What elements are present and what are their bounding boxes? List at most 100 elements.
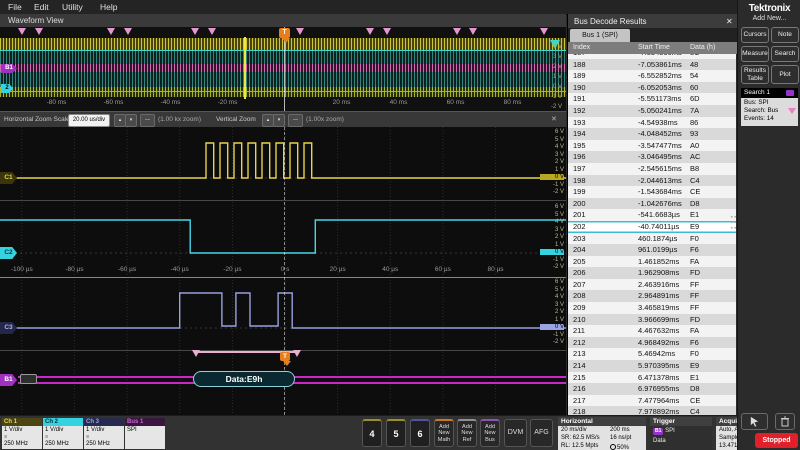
- table-row[interactable]: 2135.46942msF0: [568, 348, 736, 360]
- voltage-label: 1 V: [540, 74, 562, 80]
- trigger-title: Trigger: [650, 417, 712, 426]
- table-cell: 3.966699ms: [638, 314, 690, 326]
- add-new-ref-button[interactable]: Add New Ref: [457, 419, 477, 447]
- trigger-flag-icon[interactable]: T: [279, 28, 290, 38]
- table-row[interactable]: 202-40.74011µsE9: [568, 221, 736, 233]
- results-table-button[interactable]: Results Table: [741, 65, 769, 84]
- table-cell: 204: [573, 244, 638, 256]
- table-cell: D8: [690, 383, 736, 395]
- table-cell: 202: [573, 221, 638, 233]
- voltage-label: 3 V: [540, 302, 564, 308]
- table-row[interactable]: 188-7.053861ms48: [568, 59, 736, 71]
- table-cell: 5.46942ms: [638, 348, 690, 360]
- ground-icon: ≡: [4, 435, 7, 440]
- afg-button[interactable]: AFG: [530, 419, 553, 447]
- table-cell: AC: [690, 151, 736, 163]
- table-cell: CE: [690, 395, 736, 407]
- table-row[interactable]: 2187.978892msC4: [568, 406, 736, 415]
- bus1-tile[interactable]: Bus 1 SPI: [125, 418, 165, 449]
- table-row[interactable]: 2156.471378msE1: [568, 372, 736, 384]
- table-row[interactable]: 201-541.6683µsE1: [568, 209, 736, 221]
- menu-file[interactable]: File: [8, 2, 22, 12]
- table-row[interactable]: 193-4.54938ms86: [568, 117, 736, 129]
- search-button[interactable]: Search: [771, 46, 799, 62]
- table-row[interactable]: 203460.1874µsF0: [568, 233, 736, 245]
- h-zoom-down-button[interactable]: ▾: [125, 114, 137, 127]
- table-row[interactable]: 2114.467632msFA: [568, 325, 736, 337]
- voltage-label: -1 V: [540, 332, 564, 338]
- stopped-button[interactable]: Stopped: [755, 433, 798, 448]
- table-row[interactable]: 2072.463916msFF: [568, 279, 736, 291]
- bus-decode-bubble[interactable]: Data:E9h: [193, 371, 295, 387]
- channel-ch3-tile[interactable]: Ch 3 1 V/div ≡ 250 MHz: [84, 418, 124, 449]
- zoom-close-icon[interactable]: ✕: [551, 115, 557, 123]
- table-row[interactable]: 2166.976955msD8: [568, 383, 736, 395]
- horizontal-panel[interactable]: Horizontal 20 ms/div 200 ms SR: 62.5 MS/…: [558, 417, 646, 450]
- menu-bar: File Edit Utility Help: [0, 0, 800, 15]
- search1-panel[interactable]: Search 1 Bus: SPI Search: Bus Events: 14: [741, 88, 798, 126]
- table-row[interactable]: 195-3.547477msA0: [568, 140, 736, 152]
- waveform-overview[interactable]: T B1 2 -80 ms-60 ms-40 ms-20 ms20 ms40 m…: [0, 27, 566, 111]
- cursors-button[interactable]: Cursors: [741, 27, 769, 43]
- menu-edit[interactable]: Edit: [34, 2, 49, 12]
- table-cell: 86: [690, 117, 736, 129]
- v-zoom-minus-button[interactable]: —: [288, 114, 303, 127]
- channel-6-button[interactable]: 6: [410, 419, 430, 447]
- table-row[interactable]: 190-6.052053ms60: [568, 82, 736, 94]
- table-row[interactable]: 2082.964891msFF: [568, 290, 736, 302]
- table-row[interactable]: 189-6.552852ms54: [568, 70, 736, 82]
- results-title-bar[interactable]: Bus Decode Results ✕: [568, 14, 738, 28]
- table-row[interactable]: 2103.966699msFD: [568, 314, 736, 326]
- callout-tool-button[interactable]: [741, 413, 768, 430]
- table-row[interactable]: 194-4.048452ms93: [568, 128, 736, 140]
- add-new-button[interactable]: Add New...: [738, 15, 800, 22]
- table-row[interactable]: 2177.477964msCE: [568, 395, 736, 407]
- overview-cursor[interactable]: [244, 37, 246, 99]
- tab-bus1-spi[interactable]: Bus 1 (SPI): [570, 29, 630, 42]
- search-marker-icon: [453, 28, 461, 35]
- table-row[interactable]: 192-5.050241ms7A: [568, 105, 736, 117]
- table-row[interactable]: 199-1.543684msCE: [568, 186, 736, 198]
- table-row[interactable]: 2061.962908msFD: [568, 267, 736, 279]
- menu-utility[interactable]: Utility: [62, 2, 83, 12]
- horizontal-zoom-scale-input[interactable]: 20.00 us/div: [68, 114, 110, 127]
- ch3-tile-body: 1 V/div ≡ 250 MHz: [84, 426, 124, 449]
- table-row[interactable]: 2051.461852msFA: [568, 256, 736, 268]
- results-close-icon[interactable]: ✕: [726, 17, 733, 26]
- ch3-tile-header: Ch 3: [84, 418, 124, 426]
- add-new-math-button[interactable]: Add New Math: [434, 419, 454, 447]
- table-cell: 208: [573, 290, 638, 302]
- table-cell: 199: [573, 186, 638, 198]
- voltage-label: 3 V: [540, 227, 564, 233]
- h-position: 50%: [610, 443, 629, 450]
- channel-ch1-tile[interactable]: Ch 1 1 V/div ≡ 250 MHz: [2, 418, 42, 449]
- time-label: 40 ms: [384, 99, 414, 106]
- menu-help[interactable]: Help: [100, 2, 117, 12]
- h-zoom-minus-button[interactable]: —: [140, 114, 155, 127]
- channel-4-button[interactable]: 4: [362, 419, 382, 447]
- add-new-bus-button[interactable]: Add New Bus: [480, 419, 500, 447]
- trigger-panel[interactable]: Trigger B1 SPI Data: [650, 417, 712, 450]
- table-row[interactable]: 2124.968492msF6: [568, 337, 736, 349]
- table-row[interactable]: 197-2.545615msB8: [568, 163, 736, 175]
- table-row[interactable]: 191-5.551173ms6D: [568, 93, 736, 105]
- ch2-scale: 1 V/div: [45, 427, 63, 433]
- table-row[interactable]: 198-2.044613msC4: [568, 175, 736, 187]
- table-row[interactable]: 204961.0199µsF6: [568, 244, 736, 256]
- channel-ch2-tile[interactable]: Ch 2 1 V/div ≡ 250 MHz: [43, 418, 83, 449]
- results-table-body[interactable]: 187-7.554860ms3C188-7.053861ms48189-6.55…: [568, 54, 736, 415]
- dvm-button[interactable]: DVM: [504, 419, 527, 447]
- table-row[interactable]: 196-3.046495msAC: [568, 151, 736, 163]
- measure-button[interactable]: Measure: [741, 46, 769, 62]
- channel-5-button[interactable]: 5: [386, 419, 406, 447]
- zoom-trigger-flag-icon[interactable]: T: [280, 352, 290, 361]
- note-button[interactable]: Note: [771, 27, 799, 43]
- table-scroll-handle[interactable]: [730, 214, 737, 231]
- v-zoom-down-button[interactable]: ▾: [273, 114, 285, 127]
- zoom-waveform-plot[interactable]: C1 C2 C3 B1 T Data:E9h -100 µs-80 µs-60 …: [0, 127, 566, 415]
- delete-button[interactable]: [775, 413, 795, 430]
- plot-button[interactable]: Plot: [771, 65, 799, 84]
- table-row[interactable]: 2145.970395msE9: [568, 360, 736, 372]
- table-row[interactable]: 2093.465819msFF: [568, 302, 736, 314]
- table-row[interactable]: 200-1.042676msD8: [568, 198, 736, 210]
